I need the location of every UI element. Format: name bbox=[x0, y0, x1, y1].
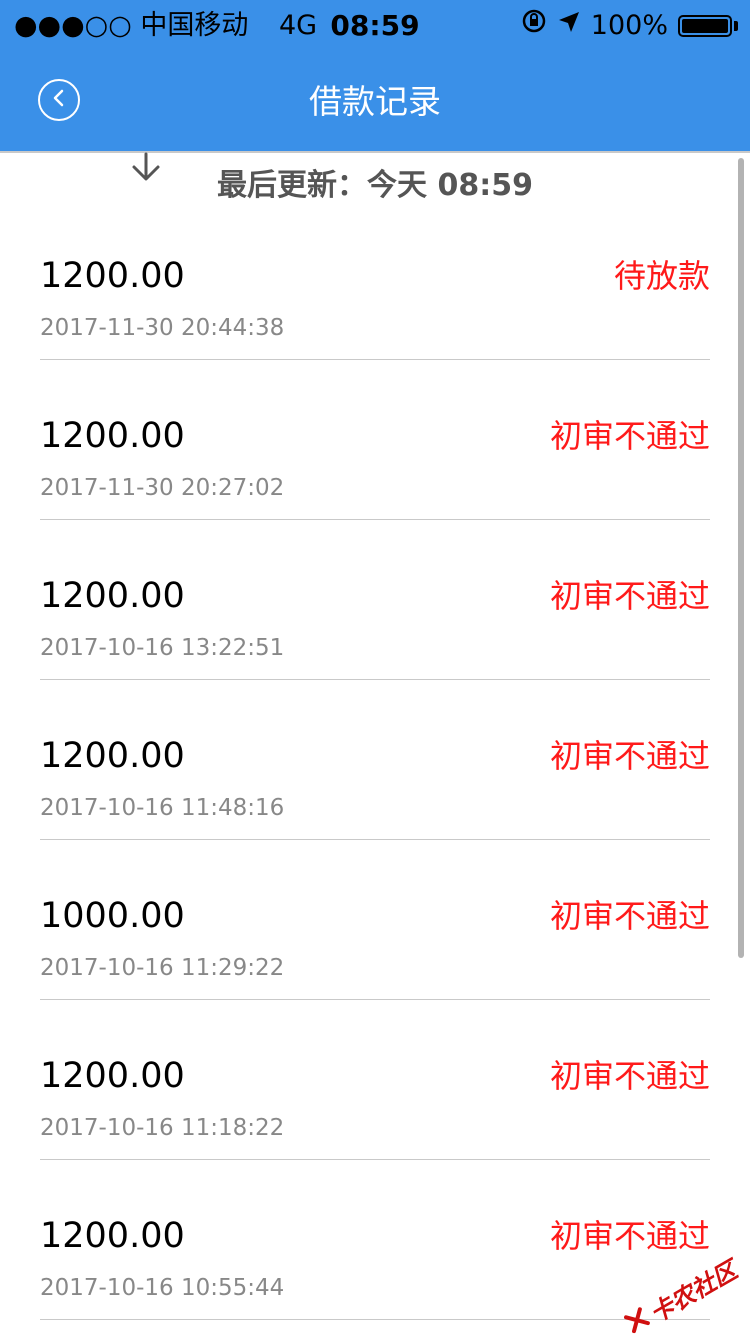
orientation-lock-icon bbox=[521, 8, 547, 44]
loan-record-item[interactable]: 1200.00 2017-10-16 11:18:22 初审不通过 bbox=[40, 1000, 710, 1160]
loan-amount: 1000.00 bbox=[40, 896, 185, 936]
loan-time: 2017-10-16 11:18:22 bbox=[40, 1115, 285, 1141]
loan-record-item[interactable]: 1000.00 2017-10-16 11:29:22 初审不通过 bbox=[40, 840, 710, 1000]
loan-record-item[interactable]: 1200.00 2017-10-16 11:48:16 初审不通过 bbox=[40, 680, 710, 840]
location-arrow-icon bbox=[557, 8, 581, 44]
loan-amount: 1200.00 bbox=[40, 576, 185, 616]
loan-status: 初审不通过 bbox=[549, 1217, 710, 1255]
loan-time: 2017-10-16 13:22:51 bbox=[40, 635, 285, 661]
loan-status: 初审不通过 bbox=[549, 1057, 710, 1095]
loan-status: 初审不通过 bbox=[549, 417, 710, 455]
loan-time: 2017-11-30 20:27:02 bbox=[40, 475, 285, 501]
status-bar: ●●●○○ 中国移动 4G 08:59 100% bbox=[0, 0, 750, 52]
loan-amount: 1200.00 bbox=[40, 736, 185, 776]
loan-time: 2017-10-16 11:29:22 bbox=[40, 955, 285, 981]
loan-time: 2017-10-16 11:48:16 bbox=[40, 795, 285, 821]
loan-record-item[interactable]: 1200.00 2017-10-16 13:22:51 初审不通过 bbox=[40, 520, 710, 680]
loan-status: 初审不通过 bbox=[549, 577, 710, 615]
loan-status: 初审不通过 bbox=[549, 737, 710, 775]
loan-amount: 1200.00 bbox=[40, 1056, 185, 1096]
loan-record-item[interactable]: 1200.00 2017-10-16 10:55:44 初审不通过 bbox=[40, 1160, 710, 1320]
loan-record-list: 1200.00 2017-11-30 20:44:38 待放款 1200.00 … bbox=[0, 200, 750, 1320]
loan-amount: 1200.00 bbox=[40, 256, 185, 296]
battery-icon bbox=[678, 15, 732, 37]
loan-time: 2017-10-16 10:55:44 bbox=[40, 1275, 285, 1301]
loan-amount: 1200.00 bbox=[40, 1216, 185, 1256]
loan-record-item[interactable]: 1200.00 2017-11-30 20:44:38 待放款 bbox=[40, 200, 710, 360]
nav-bar: 借款记录 bbox=[0, 52, 750, 153]
loan-amount: 1200.00 bbox=[40, 416, 185, 456]
page-title: 借款记录 bbox=[309, 82, 441, 121]
battery-percent: 100% bbox=[590, 10, 668, 41]
loan-time: 2017-11-30 20:44:38 bbox=[40, 315, 285, 341]
loan-status: 待放款 bbox=[613, 257, 710, 295]
scrollbar[interactable] bbox=[738, 158, 744, 958]
loan-status: 初审不通过 bbox=[549, 897, 710, 935]
loan-record-item[interactable]: 1200.00 2017-11-30 20:27:02 初审不通过 bbox=[40, 360, 710, 520]
